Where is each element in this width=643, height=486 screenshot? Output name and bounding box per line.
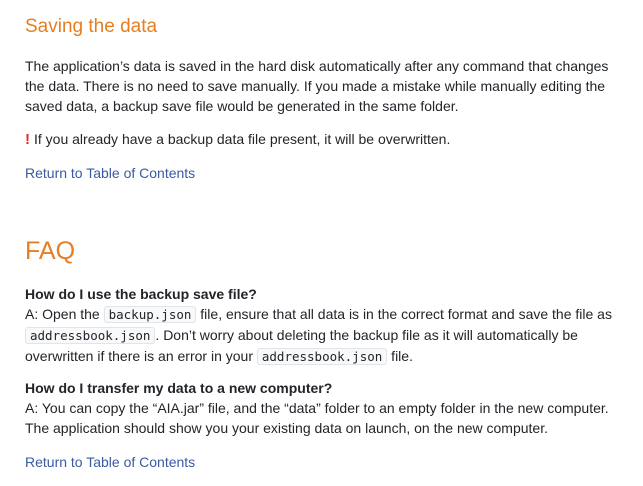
- faq-question: How do I use the backup save file?: [25, 286, 257, 302]
- faq-answer-line: The application should show you your exi…: [25, 420, 548, 436]
- section-title-faq: FAQ: [25, 237, 76, 265]
- answer-text: file.: [387, 348, 413, 364]
- code-addressbook-json: addressbook.json: [256, 348, 388, 365]
- faq-answer-line: overwritten if there is an error in your…: [25, 346, 625, 366]
- saving-paragraph-line: saved data, a backup save file would be …: [25, 98, 459, 114]
- faq-question: How do I transfer my data to a new compu…: [25, 380, 333, 396]
- saving-paragraph: The application’s data is saved in the h…: [25, 56, 625, 116]
- exclamation-icon: !: [25, 131, 30, 148]
- warning-line: ! If you already have a backup data file …: [25, 129, 625, 149]
- return-to-toc-link[interactable]: Return to Table of Contents: [25, 452, 195, 472]
- faq-item-transfer: How do I transfer my data to a new compu…: [25, 378, 625, 438]
- saving-paragraph-line: the data. There is no need to save manua…: [25, 78, 606, 94]
- warning-note: ! If you already have a backup data file …: [25, 129, 625, 149]
- faq-answer-line: addressbook.json. Don’t worry about dele…: [25, 325, 625, 345]
- return-to-toc-link[interactable]: Return to Table of Contents: [25, 163, 195, 183]
- warning-text: If you already have a backup data file p…: [34, 131, 451, 147]
- answer-text: . Don’t worry about deleting the backup …: [155, 327, 578, 343]
- faq-item-backup: How do I use the backup save file? A: Op…: [25, 284, 625, 366]
- section-title-saving: Saving the data: [25, 16, 158, 37]
- answer-text: A: Open the: [25, 306, 104, 322]
- code-backup-json: backup.json: [103, 306, 197, 323]
- saving-paragraph-line: The application’s data is saved in the h…: [25, 58, 609, 74]
- code-addressbook-json: addressbook.json: [25, 327, 156, 344]
- answer-text: file, ensure that all data is in the cor…: [196, 306, 612, 322]
- faq-answer-line: A: You can copy the “AIA.jar” file, and …: [25, 400, 609, 416]
- faq-answer-line: A: Open the backup.json file, ensure tha…: [25, 304, 625, 324]
- answer-text: overwritten if there is an error in your: [25, 348, 257, 364]
